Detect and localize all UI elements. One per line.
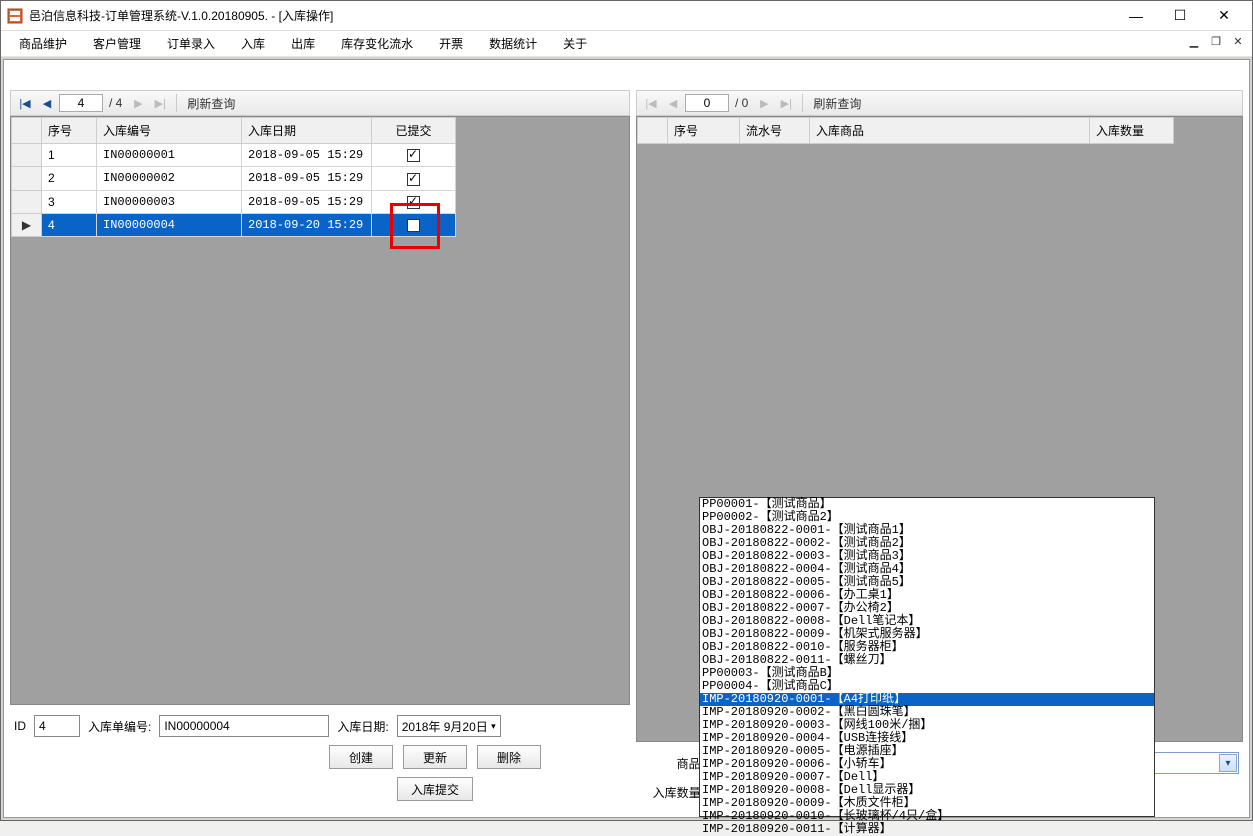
table-row[interactable]: ▶4IN000000042018-09-20 15:29 [12, 213, 456, 236]
id-label: ID [14, 719, 26, 733]
menu-stock-out[interactable]: 出库 [281, 32, 325, 55]
update-button[interactable]: 更新 [403, 745, 467, 769]
menu-invoice[interactable]: 开票 [429, 32, 473, 55]
col-header[interactable]: 已提交 [372, 118, 456, 144]
window-title: 邑泊信息科技-订单管理系统-V.1.0.20180905. - [入库操作] [29, 7, 1114, 24]
minimize-button[interactable]: — [1114, 1, 1158, 31]
chevron-down-icon[interactable]: ▾ [1219, 754, 1237, 772]
mdi-restore-icon[interactable]: ❐ [1206, 33, 1226, 49]
table-row[interactable]: 1IN000000012018-09-05 15:29 [12, 144, 456, 167]
menu-bar: 商品维护 客户管理 订单录入 入库 出库 库存变化流水 开票 数据统计 关于 ▁… [1, 31, 1252, 57]
nav-position-input[interactable] [59, 94, 103, 112]
dropdown-option[interactable]: IMP-20180920-0010-【长玻璃杯/4只/盒】 [700, 810, 1154, 823]
mdi-close-icon[interactable]: ✕ [1228, 33, 1248, 49]
submitted-checkbox[interactable] [407, 149, 420, 162]
nav-position-input[interactable] [685, 94, 729, 112]
nav-refresh-button[interactable]: 刷新查询 [809, 95, 865, 112]
menu-stock-in[interactable]: 入库 [231, 32, 275, 55]
menu-about[interactable]: 关于 [553, 32, 597, 55]
code-label: 入库单编号: [88, 718, 151, 735]
table-row[interactable]: 3IN000000032018-09-05 15:29 [12, 190, 456, 213]
date-picker[interactable]: 2018年 9月20日 ▾ [397, 715, 501, 737]
nav-last-icon[interactable]: ▶| [776, 93, 796, 113]
nav-total-label: / 4 [105, 96, 126, 110]
nav-last-icon[interactable]: ▶| [150, 93, 170, 113]
nav-first-icon[interactable]: |◀ [641, 93, 661, 113]
col-flow[interactable]: 流水号 [740, 118, 810, 144]
menu-products[interactable]: 商品维护 [9, 32, 77, 55]
chevron-down-icon: ▾ [491, 721, 496, 732]
submitted-checkbox[interactable] [407, 219, 420, 232]
table-row[interactable]: 2IN000000022018-09-05 15:29 [12, 167, 456, 190]
menu-order-entry[interactable]: 订单录入 [157, 32, 225, 55]
create-button[interactable]: 创建 [329, 745, 393, 769]
dropdown-option[interactable]: IMP-20180920-0011-【计算器】 [700, 823, 1154, 836]
id-field[interactable] [34, 715, 80, 737]
maximize-button[interactable]: ☐ [1158, 1, 1202, 31]
nav-next-icon[interactable]: ▶ [128, 93, 148, 113]
right-navigator: |◀ ◀ / 0 ▶ ▶| 刷新查询 [636, 90, 1243, 116]
submit-button[interactable]: 入库提交 [397, 777, 473, 801]
qty-label: 入库数量: [640, 784, 704, 801]
code-field[interactable] [159, 715, 329, 737]
col-product[interactable]: 入库商品 [810, 118, 1090, 144]
menu-inventory-flow[interactable]: 库存变化流水 [331, 32, 423, 55]
menu-customers[interactable]: 客户管理 [83, 32, 151, 55]
nav-refresh-button[interactable]: 刷新查询 [183, 95, 239, 112]
date-label: 入库日期: [337, 718, 388, 735]
product-dropdown-list[interactable]: PP00001-【测试商品】PP00002-【测试商品2】OBJ-2018082… [699, 497, 1155, 817]
col-qty[interactable]: 入库数量 [1090, 118, 1174, 144]
col-header[interactable]: 入库编号 [97, 118, 242, 144]
nav-prev-icon[interactable]: ◀ [663, 93, 683, 113]
col-header[interactable]: 序号 [42, 118, 97, 144]
menu-stats[interactable]: 数据统计 [479, 32, 547, 55]
date-value: 2018年 9月20日 [402, 718, 488, 735]
col-header[interactable]: 入库日期 [242, 118, 372, 144]
col-seq[interactable]: 序号 [668, 118, 740, 144]
close-button[interactable]: ✕ [1202, 1, 1246, 31]
mdi-minimize-icon[interactable]: ▁ [1184, 33, 1204, 49]
nav-next-icon[interactable]: ▶ [754, 93, 774, 113]
nav-total-label: / 0 [731, 96, 752, 110]
delete-button[interactable]: 删除 [477, 745, 541, 769]
nav-first-icon[interactable]: |◀ [15, 93, 35, 113]
submitted-checkbox[interactable] [407, 196, 420, 209]
submitted-checkbox[interactable] [407, 173, 420, 186]
left-navigator: |◀ ◀ / 4 ▶ ▶| 刷新查询 [10, 90, 630, 116]
product-label: 商品: [640, 755, 704, 772]
left-grid[interactable]: 序号入库编号入库日期已提交1IN000000012018-09-05 15:29… [10, 116, 630, 705]
title-bar: 邑泊信息科技-订单管理系统-V.1.0.20180905. - [入库操作] —… [1, 1, 1252, 31]
app-icon [7, 8, 23, 24]
nav-prev-icon[interactable]: ◀ [37, 93, 57, 113]
